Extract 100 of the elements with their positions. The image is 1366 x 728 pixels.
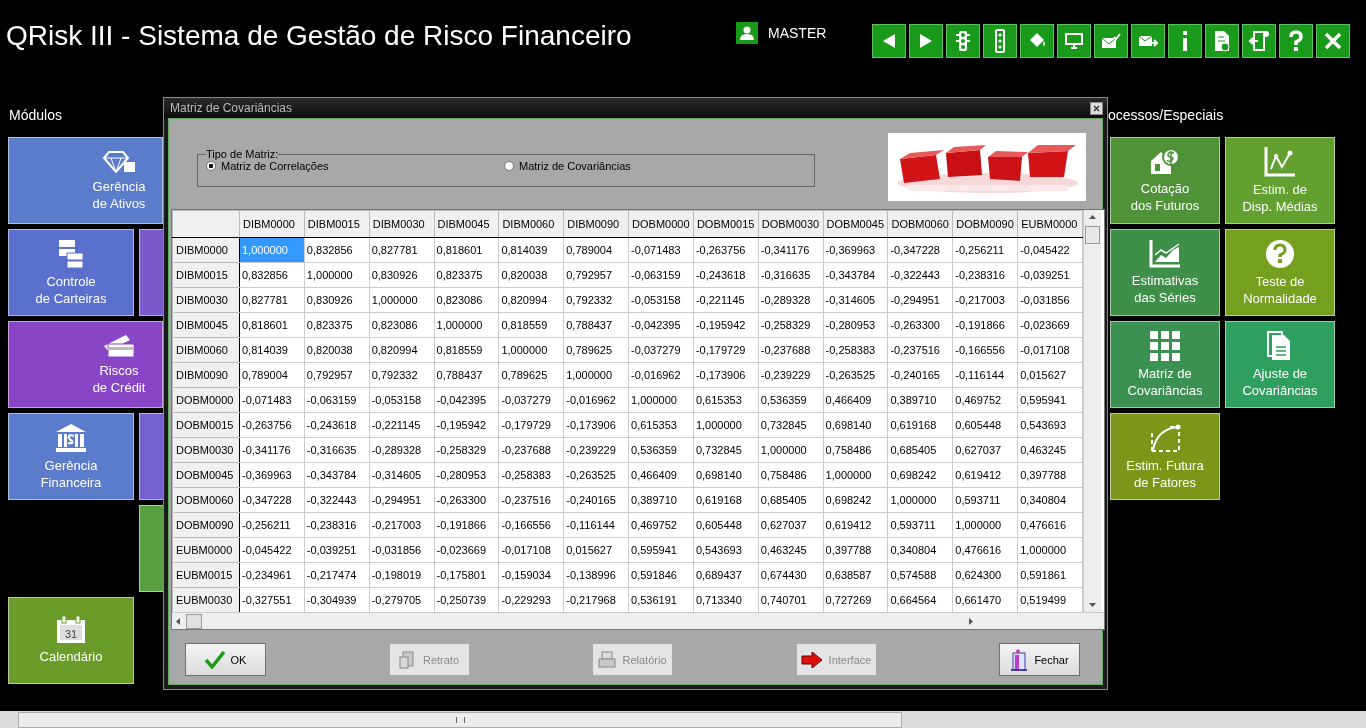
table-cell[interactable]: -0,243618: [693, 262, 759, 288]
table-cell[interactable]: 0,595941: [1017, 387, 1083, 413]
column-header[interactable]: DIBM0090: [563, 210, 629, 238]
table-cell[interactable]: 0,820038: [304, 337, 370, 363]
table-cell[interactable]: -0,116144: [952, 362, 1018, 388]
table-cell[interactable]: 1,000000: [693, 412, 759, 438]
table-cell[interactable]: -0,347228: [887, 237, 953, 263]
scroll-left-icon[interactable]: [176, 617, 180, 625]
table-cell[interactable]: -0,039251: [1017, 262, 1083, 288]
table-cell[interactable]: -0,017108: [498, 537, 564, 563]
table-cell[interactable]: -0,263756: [239, 412, 305, 438]
row-header[interactable]: DOBM0000: [172, 387, 240, 413]
table-cell[interactable]: -0,347228: [239, 487, 305, 513]
table-cell[interactable]: -0,258329: [758, 312, 824, 338]
table-cell[interactable]: -0,263300: [887, 312, 953, 338]
table-cell[interactable]: 0,615353: [693, 387, 759, 413]
table-cell[interactable]: -0,341176: [239, 437, 305, 463]
table-cell[interactable]: -0,179729: [693, 337, 759, 363]
table-cell[interactable]: -0,217003: [952, 287, 1018, 313]
table-cell[interactable]: 1,000000: [887, 487, 953, 513]
row-header[interactable]: EUBM0015: [172, 562, 240, 588]
scroll-thumb[interactable]: [18, 711, 902, 728]
table-cell[interactable]: 0,389710: [887, 387, 953, 413]
column-header[interactable]: DIBM0045: [434, 210, 499, 238]
toolbar-button[interactable]: [1094, 24, 1128, 58]
table-cell[interactable]: -0,258383: [498, 462, 564, 488]
table-cell[interactable]: 0,758486: [823, 437, 888, 463]
table-cell[interactable]: -0,042395: [628, 312, 694, 338]
table-cell[interactable]: 0,466409: [628, 462, 694, 488]
table-cell[interactable]: -0,237688: [758, 337, 824, 363]
table-cell[interactable]: 0,823375: [434, 262, 499, 288]
row-header[interactable]: DOBM0090: [172, 512, 240, 538]
table-cell[interactable]: 0,823086: [434, 287, 499, 313]
table-cell[interactable]: -0,341176: [758, 237, 824, 263]
table-cell[interactable]: -0,116144: [563, 512, 629, 538]
scroll-thumb[interactable]: [186, 613, 202, 629]
row-header[interactable]: EUBM0030: [172, 587, 240, 612]
table-cell[interactable]: -0,280953: [434, 462, 499, 488]
table-cell[interactable]: 0,466409: [823, 387, 888, 413]
table-cell[interactable]: 1,000000: [952, 512, 1018, 538]
table-cell[interactable]: 0,827781: [239, 287, 305, 313]
table-cell[interactable]: -0,217003: [369, 512, 435, 538]
table-cell[interactable]: -0,042395: [434, 387, 499, 413]
table-cell[interactable]: -0,166556: [952, 337, 1018, 363]
table-cell[interactable]: -0,238316: [952, 262, 1018, 288]
table-cell[interactable]: 0,818559: [498, 312, 564, 338]
table-cell[interactable]: -0,166556: [498, 512, 564, 538]
table-cell[interactable]: 0,536359: [758, 387, 824, 413]
column-header[interactable]: DOBM0045: [823, 210, 888, 238]
table-cell[interactable]: 0,476616: [952, 537, 1018, 563]
table-cell[interactable]: -0,240165: [563, 487, 629, 513]
table-cell[interactable]: 1,000000: [823, 462, 888, 488]
toolbar-button[interactable]: [1279, 24, 1313, 58]
row-header[interactable]: DIBM0030: [172, 287, 240, 313]
table-cell[interactable]: 0,476616: [1017, 512, 1083, 538]
table-cell[interactable]: 0,615353: [628, 412, 694, 438]
table-cell[interactable]: 0,574588: [887, 562, 953, 588]
table-cell[interactable]: 0,619168: [887, 412, 953, 438]
toolbar-button[interactable]: [1168, 24, 1202, 58]
table-cell[interactable]: -0,263300: [434, 487, 499, 513]
table-cell[interactable]: 0,792957: [304, 362, 370, 388]
table-cell[interactable]: 0,595941: [628, 537, 694, 563]
table-cell[interactable]: 0,792332: [369, 362, 435, 388]
table-cell[interactable]: -0,237516: [887, 337, 953, 363]
toolbar-button[interactable]: [1020, 24, 1054, 58]
table-cell[interactable]: 0,820994: [498, 287, 564, 313]
table-cell[interactable]: -0,017108: [1017, 337, 1083, 363]
table-cell[interactable]: -0,258329: [434, 437, 499, 463]
table-cell[interactable]: 0,397788: [823, 537, 888, 563]
table-cell[interactable]: 0,619412: [823, 512, 888, 538]
column-header[interactable]: DIBM0030: [369, 210, 435, 238]
table-cell[interactable]: 0,818601: [239, 312, 305, 338]
table-cell[interactable]: -0,031856: [369, 537, 435, 563]
toolbar-button[interactable]: [1131, 24, 1165, 58]
row-header[interactable]: DIBM0090: [172, 362, 240, 388]
table-cell[interactable]: 1,000000: [304, 262, 370, 288]
close-button[interactable]: [1090, 101, 1103, 115]
table-cell[interactable]: -0,369963: [239, 462, 305, 488]
module-tile[interactable]: Gerência de Ativos: [8, 137, 163, 224]
table-cell[interactable]: 0,638587: [823, 562, 888, 588]
table-cell[interactable]: 0,674430: [758, 562, 824, 588]
toolbar-button[interactable]: [1205, 24, 1239, 58]
table-cell[interactable]: 0,591861: [1017, 562, 1083, 588]
row-header[interactable]: DIBM0060: [172, 337, 240, 363]
table-cell[interactable]: -0,239229: [563, 437, 629, 463]
table-cell[interactable]: -0,343784: [304, 462, 370, 488]
table-cell[interactable]: 0,543693: [1017, 412, 1083, 438]
table-cell[interactable]: 0,698242: [823, 487, 888, 513]
table-cell[interactable]: -0,221145: [369, 412, 435, 438]
table-cell[interactable]: -0,037279: [628, 337, 694, 363]
column-header[interactable]: DOBM0090: [952, 210, 1018, 238]
table-cell[interactable]: 0,015627: [1017, 362, 1083, 388]
table-cell[interactable]: 0,340804: [887, 537, 953, 563]
table-cell[interactable]: 0,685405: [758, 487, 824, 513]
table-cell[interactable]: 0,732845: [758, 412, 824, 438]
table-cell[interactable]: -0,316635: [304, 437, 370, 463]
table-cell[interactable]: -0,289328: [758, 287, 824, 313]
column-header[interactable]: DOBM0030: [758, 210, 824, 238]
radio-button[interactable]: [504, 161, 514, 171]
row-header[interactable]: DOBM0045: [172, 462, 240, 488]
